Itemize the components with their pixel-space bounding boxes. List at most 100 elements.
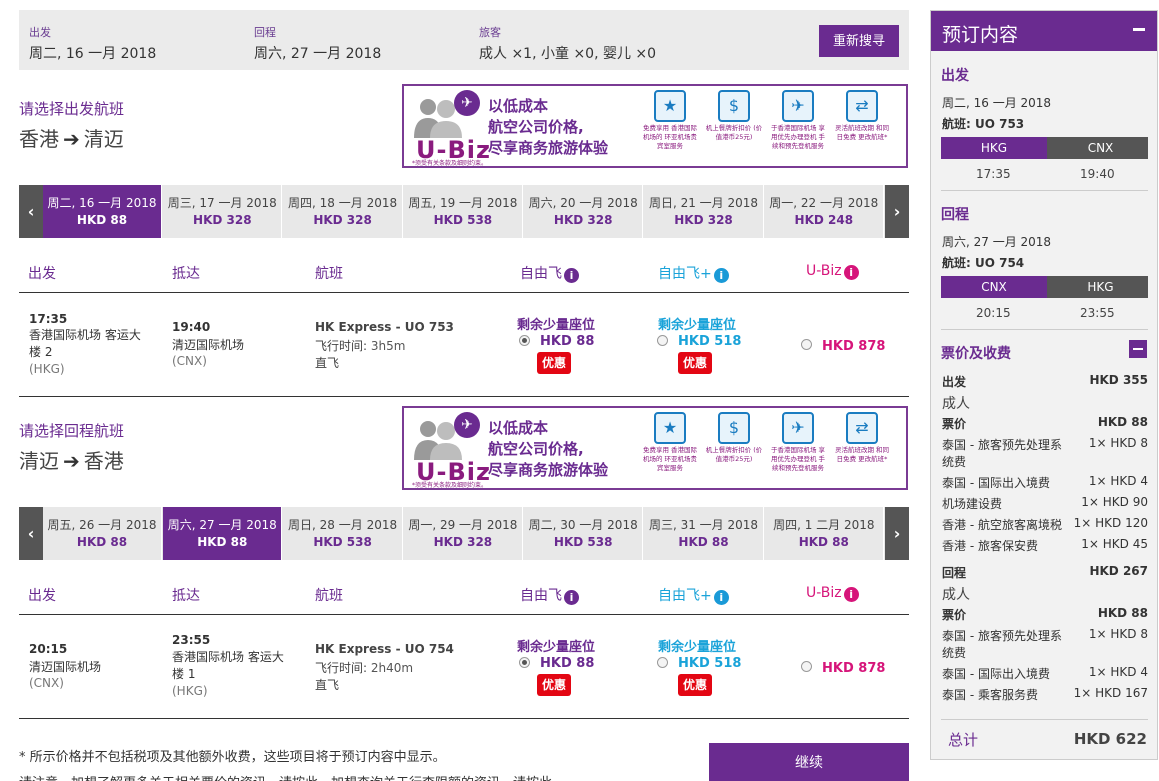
flight-name: HK Express - UO 753 (315, 320, 454, 334)
priority-checkin-icon: ✈ (782, 412, 814, 444)
date-option[interactable]: 周六, 20 一月 2018 HKD 328 (524, 185, 644, 238)
segment-origin: CNX (941, 276, 1058, 298)
date-option-day: 周二, 16 一月 2018 (47, 196, 157, 210)
date-option-day: 周六, 27 一月 2018 (167, 518, 277, 532)
info-icon[interactable]: i (564, 268, 579, 283)
fees-title: 票价及收费 (941, 346, 1011, 362)
return-label: 回程 (254, 26, 276, 39)
date-option[interactable]: 周一, 22 一月 2018 HKD 248 (765, 185, 884, 238)
col-fare-basic: 自由飞 i (520, 263, 579, 283)
dep-code: (HKG) (29, 362, 65, 376)
fare-ubiz-price[interactable]: HKD 878 (822, 339, 885, 354)
date-option[interactable]: 周三, 31 一月 2018 HKD 88 (645, 507, 764, 560)
passengers-value: 成人 ×1, 小童 ×0, 婴儿 ×0 (479, 46, 657, 62)
seats-left-note: 剩余少量座位 (517, 640, 596, 655)
flight-stops: 直飞 (315, 678, 340, 692)
fare-ubiz-radio[interactable] (801, 661, 812, 672)
dep-airport: 清迈国际机场 (29, 660, 102, 674)
fare-basic-radio[interactable] (519, 335, 530, 346)
fare-ubiz-radio[interactable] (801, 339, 812, 350)
collapse-fees-icon[interactable] (1129, 340, 1147, 358)
fare-plus-radio[interactable] (657, 335, 668, 346)
divider (19, 396, 909, 397)
booking-summary-panel: 预订内容 出发 周二, 16 一月 2018 航班: UO 753 HKG CN… (930, 10, 1158, 760)
date-option[interactable]: 周二, 30 一月 2018 HKD 538 (524, 507, 644, 560)
collapse-icon[interactable] (1133, 28, 1145, 31)
banner-feature-caption: 灵活航班改期 和同日免费 更改航班* (834, 124, 890, 141)
col-fare-plus: 自由飞+ i (658, 263, 729, 283)
ubiz-banner[interactable]: ✈ U-Biz 以低成本 航空公司价格, 尽享商务旅游体验 *须受有关条款及细则约束。 ★ 免… (402, 84, 908, 168)
date-option[interactable]: 周五, 26 一月 2018 HKD 88 (43, 507, 162, 560)
research-button[interactable]: 重新搜寻 (819, 25, 899, 57)
date-option[interactable]: 周日, 21 一月 2018 HKD 328 (645, 185, 764, 238)
seats-left-note: 剩余少量座位 (517, 318, 596, 333)
fare-plus-price[interactable]: HKD 518 (678, 656, 741, 671)
outbound-date-carousel: ‹ › 周二, 16 一月 2018 HKD 88 周三, 17 一月 2018 HK… (19, 185, 909, 238)
date-option-price: HKD 538 (553, 535, 613, 549)
date-option-day: 周六, 20 一月 2018 (528, 196, 638, 210)
fare-plus-radio[interactable] (657, 657, 668, 668)
fare-basic-radio[interactable] (519, 657, 530, 668)
dep-airport: 香港国际机场 客运大楼 2 (29, 328, 141, 359)
booking-summary-header: 预订内容 (931, 11, 1157, 51)
money-icon: $ (718, 90, 750, 122)
banner-feature: ✈ 于香港国际机场 享用优先办理登机 手续和预先登机服务 (768, 412, 828, 473)
col-depart: 出发 (28, 266, 56, 282)
date-option[interactable]: 周四, 1 二月 2018 HKD 88 (765, 507, 884, 560)
fee-item: 泰国 - 国际出入境费 1× HKD 4 (942, 474, 1148, 490)
date-option[interactable]: 周一, 29 一月 2018 HKD 328 (404, 507, 523, 560)
change-flight-icon: ⇄ (846, 412, 878, 444)
info-icon[interactable]: i (564, 590, 579, 605)
ubiz-banner[interactable]: ✈ U-Biz 以低成本 航空公司价格, 尽享商务旅游体验 *须受有关条款及细则约束。 ★ 免… (402, 406, 908, 490)
fare-ubiz-label: U-Biz (806, 585, 842, 601)
prev-dates-button[interactable]: ‹ (19, 507, 43, 560)
date-option-day: 周五, 19 一月 2018 (408, 196, 518, 210)
info-icon[interactable]: i (843, 265, 859, 280)
prev-dates-button[interactable]: ‹ (19, 185, 43, 238)
fare-ubiz-price[interactable]: HKD 878 (822, 661, 885, 676)
fee-item: 香港 - 旅客保安费 1× HKD 45 (942, 537, 1148, 553)
arrow-right-icon: ➔ (63, 449, 80, 473)
date-option[interactable]: 周三, 17 一月 2018 HKD 328 (163, 185, 283, 238)
continue-button[interactable]: 继续 (709, 743, 909, 781)
arr-airport: 香港国际机场 客运大楼 1 (172, 650, 284, 681)
flight-name: HK Express - UO 754 (315, 642, 454, 656)
fare-basic-label: 自由飞 (520, 266, 562, 282)
date-option[interactable]: 周五, 19 一月 2018 HKD 538 (404, 185, 523, 238)
date-option[interactable]: 周四, 18 一月 2018 HKD 328 (284, 185, 403, 238)
date-option[interactable]: 周日, 28 一月 2018 HKD 538 (284, 507, 403, 560)
date-option-day: 周一, 29 一月 2018 (408, 518, 518, 532)
date-option[interactable]: 周六, 27 一月 2018 HKD 88 (163, 507, 283, 560)
date-option-price: HKD 88 (76, 213, 128, 227)
fare-plus-price[interactable]: HKD 518 (678, 334, 741, 349)
date-option-price: HKD 328 (553, 213, 613, 227)
airplane-icon: ✈ (454, 412, 480, 438)
total-label: 总计 (948, 731, 979, 749)
arr-airport: 清迈国际机场 (172, 338, 245, 352)
fare-basic-price[interactable]: HKD 88 (540, 334, 594, 349)
fare-basic-price[interactable]: HKD 88 (540, 656, 594, 671)
banner-feature: $ 机上餐牌折扣价 (价值港币25元) (704, 90, 764, 142)
info-icon[interactable]: i (713, 590, 729, 605)
col-flight: 航班 (315, 588, 343, 604)
fee-item: 机场建设费 1× HKD 90 (942, 495, 1148, 511)
date-option-price: HKD 88 (76, 535, 128, 549)
summary-ret-arr-time: 23:55 (1080, 306, 1115, 320)
outbound-section-title: 请选择出发航班 (19, 100, 125, 118)
inbound-date-carousel: ‹ › 周五, 26 一月 2018 HKD 88 周六, 27 一月 2018 HK… (19, 507, 909, 560)
next-dates-button[interactable]: › (885, 507, 909, 560)
banner-headline: 以低成本 航空公司价格, 尽享商务旅游体验 (488, 97, 609, 157)
divider (19, 718, 909, 719)
date-option-price: HKD 88 (197, 535, 248, 549)
banner-feature-caption: 机上餐牌折扣价 (价值港币25元) (705, 124, 763, 141)
info-icon[interactable]: i (843, 587, 859, 602)
next-dates-button[interactable]: › (885, 185, 909, 238)
date-option[interactable]: 周二, 16 一月 2018 HKD 88 (43, 185, 162, 238)
date-option-day: 周三, 17 一月 2018 (167, 196, 277, 210)
info-icon[interactable]: i (713, 268, 729, 283)
col-fare-ubiz: U-Biz i (806, 585, 859, 602)
fare-plus-label: 自由飞+ (658, 588, 712, 604)
banner-headline: 以低成本 航空公司价格, 尽享商务旅游体验 (488, 419, 609, 479)
segment-origin: HKG (941, 137, 1058, 159)
banner-feature: ★ 免费享用 香港国际机场的 环亚机场贵宾室服务 (640, 412, 700, 473)
